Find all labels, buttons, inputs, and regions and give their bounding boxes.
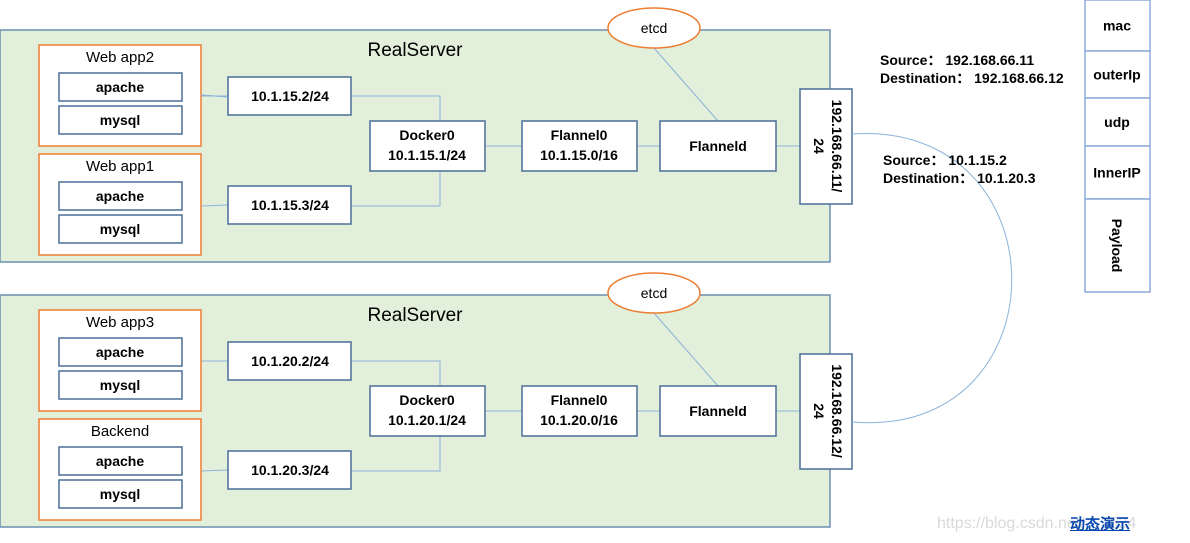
- packet-payload: Payload: [1109, 219, 1125, 273]
- server-title: RealServer: [367, 40, 463, 61]
- veth-ip: 10.1.15.3/24: [251, 197, 329, 213]
- mysql-label: mysql: [100, 112, 140, 128]
- app-name: Web app2: [86, 49, 154, 66]
- docker-name: Docker0: [399, 392, 454, 408]
- diagram-canvas: RealServer Web app2 apache mysql Web app1 apa…: [0, 0, 1151, 528]
- flannel0-name: Flannel0: [551, 127, 608, 143]
- packet-label: mac: [1103, 18, 1131, 34]
- packet-label: outerIp: [1093, 67, 1140, 83]
- outer-destination: Destination： 192.168.66.12: [880, 70, 1064, 86]
- interface-ip: 24: [811, 403, 827, 419]
- interface-ip: 24: [811, 138, 827, 154]
- animation-demo-link[interactable]: 动态演示: [1070, 513, 1130, 534]
- flannel0-name: Flannel0: [551, 392, 608, 408]
- interface-ip: 192.168.66.12/: [829, 364, 845, 458]
- veth-ip: 10.1.15.2/24: [251, 88, 329, 104]
- veth-ip: 10.1.20.2/24: [251, 353, 329, 369]
- packet-label: Payload: [1109, 219, 1125, 273]
- interface-ip: 192.168.66.11/: [829, 100, 845, 193]
- veth-ip: 10.1.20.3/24: [251, 462, 329, 478]
- flanneld-label: Flanneld: [689, 138, 747, 154]
- docker-name: Docker0: [399, 127, 454, 143]
- docker-ip: 10.1.20.1/24: [388, 412, 466, 428]
- app-name: Web app1: [86, 158, 154, 175]
- flannel0-ip: 10.1.20.0/16: [540, 412, 618, 428]
- packet-label: udp: [1104, 114, 1130, 130]
- apache-label: apache: [96, 453, 144, 469]
- inner-destination: Destination： 10.1.20.3: [883, 170, 1036, 186]
- outer-source: Source： 192.168.66.11: [880, 52, 1034, 68]
- etcd-label: etcd: [641, 285, 667, 301]
- apache-label: apache: [96, 344, 144, 360]
- mysql-label: mysql: [100, 486, 140, 502]
- app-name: Backend: [91, 423, 149, 440]
- apache-label: apache: [96, 79, 144, 95]
- apache-label: apache: [96, 188, 144, 204]
- packet-label: InnerIP: [1093, 165, 1140, 181]
- server-title: RealServer: [367, 305, 463, 326]
- flannel0-ip: 10.1.15.0/16: [540, 147, 618, 163]
- mysql-label: mysql: [100, 221, 140, 237]
- docker-ip: 10.1.15.1/24: [388, 147, 466, 163]
- flanneld-label: Flanneld: [689, 403, 747, 419]
- flannel-diagram: RealServer Web app2 apache mysql Web app1 apa…: [0, 0, 1190, 543]
- etcd-label: etcd: [641, 20, 667, 36]
- mysql-label: mysql: [100, 377, 140, 393]
- inner-source: Source： 10.1.15.2: [883, 152, 1007, 168]
- app-name: Web app3: [86, 314, 154, 331]
